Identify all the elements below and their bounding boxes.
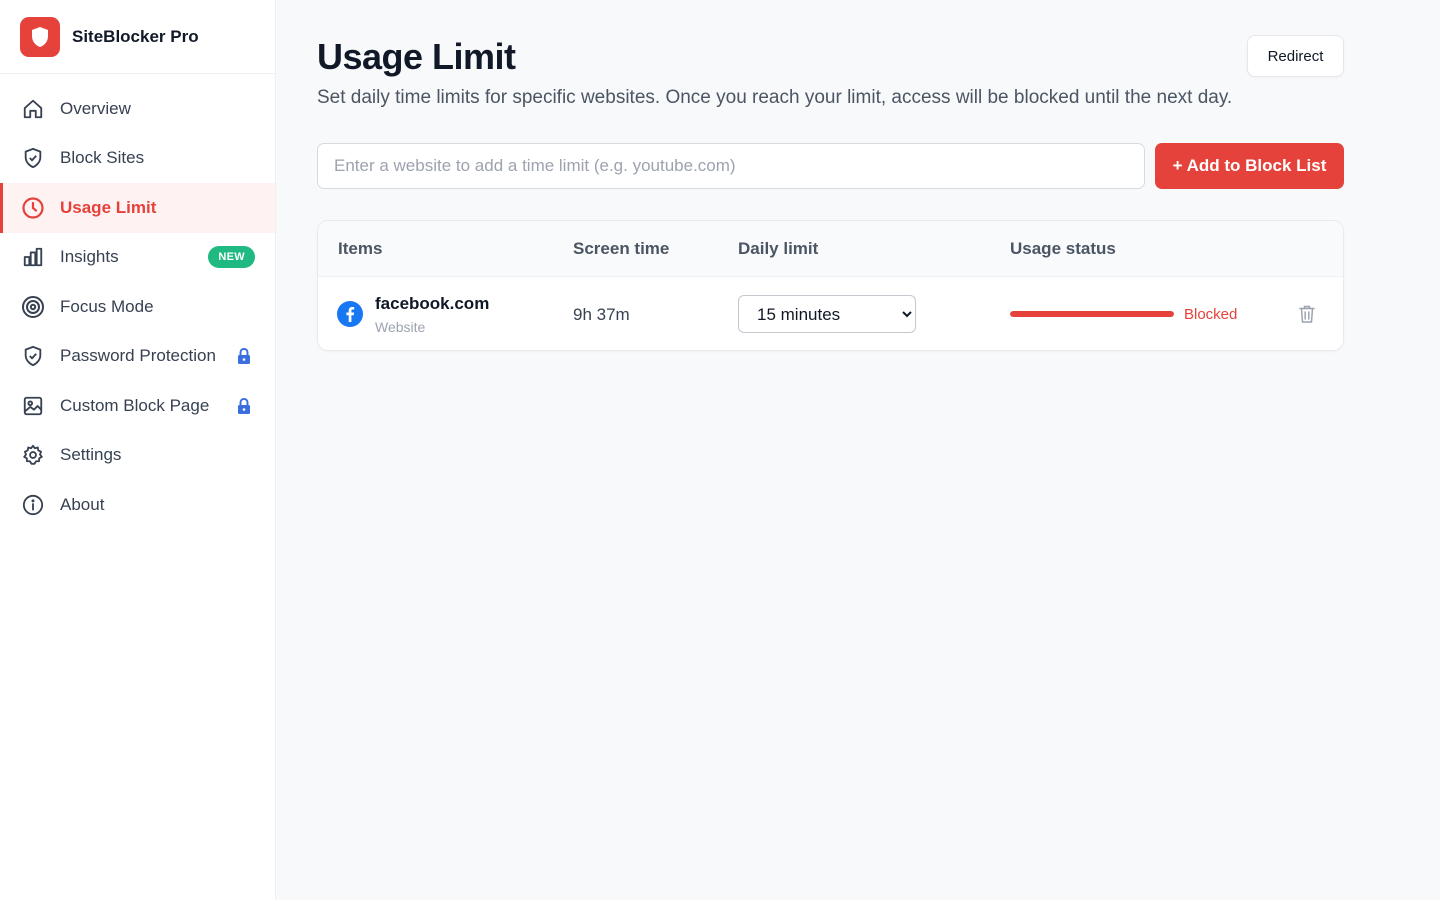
column-header-daily-limit: Daily limit — [738, 239, 819, 258]
website-input[interactable] — [317, 143, 1145, 189]
sidebar-item-usage-limit[interactable]: Usage Limit — [0, 183, 275, 233]
gear-icon — [21, 443, 45, 467]
target-icon — [21, 295, 45, 319]
table-header: Items Screen time Daily limit Usage stat… — [318, 221, 1343, 277]
sidebar-item-label: Usage Limit — [60, 197, 157, 217]
table-row: facebook.com Website 9h 37m 15 minutes B… — [318, 277, 1343, 350]
sidebar-item-label: Block Sites — [60, 148, 145, 168]
sidebar-item-label: Password Protection — [60, 346, 216, 366]
sidebar-item-label: About — [60, 494, 105, 514]
home-icon — [21, 97, 45, 121]
usage-progress-fill — [1010, 311, 1174, 317]
clock-icon — [21, 196, 45, 220]
daily-limit-select[interactable]: 15 minutes — [738, 295, 916, 333]
sidebar-item-about[interactable]: About — [0, 480, 275, 530]
shield-logo-icon — [20, 16, 60, 57]
sidebar-item-label: Focus Mode — [60, 296, 154, 316]
sidebar-item-password-protection[interactable]: Password Protection — [0, 332, 275, 382]
sidebar: SiteBlocker Pro Overview Block Sites Usa… — [0, 0, 276, 900]
new-badge: NEW — [208, 246, 255, 269]
column-header-usage-status: Usage status — [1010, 239, 1116, 258]
shield-icon — [21, 146, 45, 170]
column-header-items: Items — [338, 239, 383, 258]
sidebar-item-block-sites[interactable]: Block Sites — [0, 134, 275, 184]
lock-icon — [235, 396, 253, 416]
lock-icon — [235, 346, 253, 366]
sidebar-item-label: Custom Block Page — [60, 395, 210, 415]
trash-icon[interactable] — [1298, 304, 1318, 324]
sidebar-item-label: Settings — [60, 445, 122, 465]
brand[interactable]: SiteBlocker Pro — [0, 0, 275, 74]
main-content: Usage Limit Set daily time limits for sp… — [276, 0, 1440, 900]
site-type: Website — [375, 319, 426, 335]
column-header-screen-time: Screen time — [573, 239, 670, 258]
page-title: Usage Limit — [317, 36, 516, 77]
info-icon — [21, 493, 45, 517]
shield-check-icon — [21, 344, 45, 368]
sidebar-item-custom-block-page[interactable]: Custom Block Page — [0, 381, 275, 431]
screen-time-value: 9h 37m — [573, 305, 630, 324]
sidebar-item-insights[interactable]: Insights NEW — [0, 233, 275, 283]
app-name: SiteBlocker Pro — [72, 26, 199, 46]
usage-progress-bar — [1010, 311, 1174, 317]
sidebar-item-overview[interactable]: Overview — [0, 84, 275, 134]
redirect-button[interactable]: Redirect — [1247, 35, 1344, 77]
sidebar-item-label: Overview — [60, 98, 131, 118]
site-name: facebook.com — [375, 294, 490, 313]
usage-status-text: Blocked — [1184, 306, 1238, 323]
sidebar-nav: Overview Block Sites Usage Limit Insight… — [0, 84, 275, 530]
facebook-icon — [337, 301, 363, 327]
sidebar-item-settings[interactable]: Settings — [0, 431, 275, 481]
page-description: Set daily time limits for specific websi… — [317, 87, 1233, 108]
sidebar-item-label: Insights — [60, 247, 119, 267]
usage-table: Items Screen time Daily limit Usage stat… — [317, 220, 1344, 351]
add-to-block-list-button[interactable]: + Add to Block List — [1155, 143, 1344, 189]
bar-chart-icon — [21, 245, 45, 269]
sidebar-item-focus-mode[interactable]: Focus Mode — [0, 282, 275, 332]
image-icon — [21, 394, 45, 418]
